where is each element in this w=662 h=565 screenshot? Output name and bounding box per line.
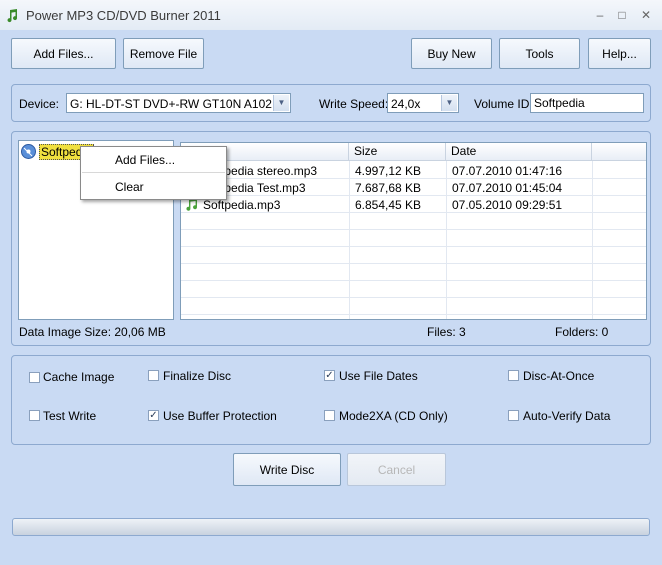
disc-at-once-label: Disc-At-Once — [523, 369, 595, 383]
buy-new-button[interactable]: Buy New — [411, 38, 492, 69]
chevron-down-icon[interactable]: ▼ — [273, 95, 289, 111]
use-buffer-protection-checkbox[interactable]: ✓ — [148, 410, 159, 421]
mode2xa-checkbox[interactable] — [324, 410, 335, 421]
finalize-disc-checkbox[interactable] — [148, 370, 159, 381]
chevron-down-icon[interactable]: ▼ — [441, 95, 457, 111]
data-image-size: Data Image Size: 20,06 MB — [19, 325, 166, 339]
write-speed-select[interactable]: 24,0x ▼ — [387, 93, 459, 113]
test-write-label: Test Write — [43, 409, 97, 423]
column-header-date[interactable]: Date — [446, 143, 592, 161]
cache-image-checkbox[interactable] — [29, 372, 40, 383]
finalize-disc-label: Finalize Disc — [163, 369, 232, 383]
disc-icon — [21, 144, 36, 159]
menu-item-add-files[interactable]: Add Files... — [82, 149, 225, 171]
remove-file-button[interactable]: Remove File — [123, 38, 204, 69]
folders-count: Folders: 0 — [555, 325, 609, 339]
use-file-dates-label: Use File Dates — [339, 369, 418, 383]
context-menu: Add Files... Clear — [80, 146, 227, 200]
help-button[interactable]: Help... — [588, 38, 651, 69]
window-title: Power MP3 CD/DVD Burner 2011 — [26, 8, 221, 23]
write-speed-label: Write Speed: — [319, 97, 389, 111]
file-size: 4.997,12 KB — [355, 164, 422, 178]
column-header-filler — [592, 143, 646, 161]
write-speed-value: 24,0x — [391, 97, 421, 111]
file-date: 07.05.2010 09:29:51 — [452, 198, 563, 212]
file-date: 07.07.2010 01:45:04 — [452, 181, 563, 195]
auto-verify-checkbox[interactable] — [508, 410, 519, 421]
use-buffer-protection-label: Use Buffer Protection — [163, 409, 277, 423]
auto-verify-label: Auto-Verify Data — [523, 409, 611, 423]
mode2xa-label: Mode2XA (CD Only) — [339, 409, 448, 423]
write-disc-button[interactable]: Write Disc — [233, 453, 341, 486]
volume-id-label: Volume ID: — [474, 97, 533, 111]
device-select[interactable]: G: HL-DT-ST DVD+-RW GT10N A102 ▼ — [66, 93, 291, 113]
files-count: Files: 3 — [427, 325, 466, 339]
maximize-button[interactable]: □ — [612, 8, 632, 22]
title-bar: Power MP3 CD/DVD Burner 2011 – □ ✕ — [0, 0, 662, 31]
cancel-button[interactable]: Cancel — [347, 453, 446, 486]
add-files-button[interactable]: Add Files... — [11, 38, 116, 69]
file-list[interactable]: Name Size Date Softpedia stereo.mp3 4.99… — [180, 142, 647, 320]
minimize-button[interactable]: – — [590, 8, 610, 22]
file-size: 6.854,45 KB — [355, 198, 422, 212]
disc-at-once-checkbox[interactable] — [508, 370, 519, 381]
use-file-dates-checkbox[interactable]: ✓ — [324, 370, 335, 381]
volume-id-field[interactable] — [530, 93, 644, 113]
file-name: Softpedia.mp3 — [203, 198, 281, 212]
progress-bar — [12, 518, 650, 536]
file-size: 7.687,68 KB — [355, 181, 422, 195]
close-button[interactable]: ✕ — [636, 8, 656, 22]
volume-id-input[interactable] — [531, 94, 643, 112]
tools-button[interactable]: Tools — [499, 38, 580, 69]
column-header-size[interactable]: Size — [349, 143, 446, 161]
music-note-icon — [7, 9, 18, 23]
device-label: Device: — [19, 97, 60, 111]
test-write-checkbox[interactable] — [29, 410, 40, 421]
file-date: 07.07.2010 01:47:16 — [452, 164, 563, 178]
menu-item-clear[interactable]: Clear — [82, 176, 225, 198]
cache-image-label: Cache Image — [43, 370, 115, 384]
menu-separator — [82, 172, 225, 173]
device-value: G: HL-DT-ST DVD+-RW GT10N A102 — [70, 97, 272, 111]
